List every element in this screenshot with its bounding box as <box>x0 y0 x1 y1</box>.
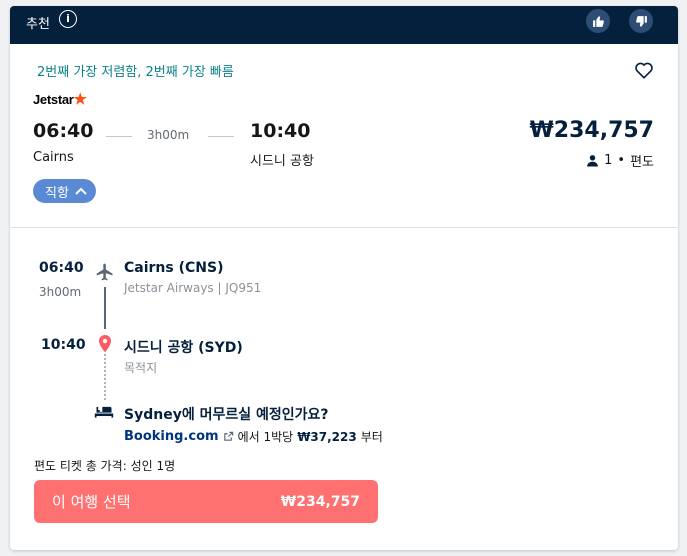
select-trip-button[interactable]: 이 여행 선택 ₩234,757 <box>34 480 378 523</box>
timeline-line <box>104 287 106 329</box>
bed-icon <box>94 403 114 423</box>
thumbs-down-icon[interactable] <box>629 9 653 33</box>
arrival-city: 시드니 공항 <box>250 154 314 169</box>
plane-icon <box>95 262 115 286</box>
thumbs-up-icon[interactable] <box>586 9 610 33</box>
flight-result-card: 추천 i 2번째 가장 저렴함, 2번째 가장 빠름 Jetstar★ 06:4… <box>10 6 678 550</box>
recommended-banner: 추천 i <box>10 6 678 44</box>
external-link-icon <box>223 431 233 441</box>
jetstar-logo: Jetstar★ <box>33 90 87 108</box>
heart-icon[interactable] <box>634 61 654 83</box>
duration-line-left <box>106 136 132 137</box>
itinerary-arrival-time: 10:40 <box>41 337 86 353</box>
flight-price: ₩234,757 <box>529 118 654 143</box>
itinerary-origin: Cairns (CNS) <box>124 260 224 276</box>
stay-price: ₩37,223 <box>297 429 357 444</box>
stay-text-mid: 에서 1박당 <box>237 430 294 444</box>
passenger-info: 1 • 편도 <box>586 151 654 170</box>
chevron-up-icon <box>75 187 87 195</box>
itinerary-departure-time: 06:40 <box>39 260 84 276</box>
itinerary-airline-flight: Jetstar Airways | JQ951 <box>124 281 262 295</box>
star-icon: ★ <box>73 91 87 108</box>
select-trip-label: 이 여행 선택 <box>52 493 131 511</box>
select-trip-price: ₩234,757 <box>280 493 360 510</box>
itinerary-destination: 시드니 공항 (SYD) <box>124 340 243 356</box>
stay-text-end: 부터 <box>360 430 383 444</box>
itinerary-details: 06:40 3h00m 10:40 Cairns (CNS) Jetstar A… <box>10 228 678 550</box>
booking-link[interactable]: Booking.com <box>124 429 219 444</box>
duration-line-right <box>208 136 234 137</box>
total-price-label: 편도 티켓 총 가격: 성인 1명 <box>34 459 176 473</box>
direct-label: 직항 <box>45 185 69 201</box>
departure-city: Cairns <box>33 150 74 165</box>
rank-tagline: 2번째 가장 저렴함, 2번째 가장 빠름 <box>37 65 234 80</box>
flight-summary[interactable]: 2번째 가장 저렴함, 2번째 가장 빠름 Jetstar★ 06:40 Cai… <box>10 44 678 228</box>
banner-title: 추천 <box>26 17 50 32</box>
itinerary-duration: 3h00m <box>39 285 82 299</box>
arrival-time: 10:40 <box>250 120 311 142</box>
passenger-count: 1 <box>604 153 613 168</box>
info-icon[interactable]: i <box>59 10 77 28</box>
trip-type: 편도 <box>630 155 654 170</box>
direct-toggle-button[interactable]: 직항 <box>33 179 96 203</box>
airline-logo-text: Jetstar <box>33 92 74 107</box>
stay-question: Sydney에 머무르실 예정인가요? <box>124 407 329 423</box>
hotel-offer[interactable]: Booking.com 에서 1박당 ₩37,223 부터 <box>124 428 383 445</box>
separator-dot: • <box>617 153 626 168</box>
timeline-dotted-line <box>104 354 106 400</box>
departure-time: 06:40 <box>33 120 94 142</box>
person-icon <box>587 155 599 167</box>
destination-label: 목적지 <box>124 361 158 375</box>
flight-duration: 3h00m <box>147 128 190 142</box>
